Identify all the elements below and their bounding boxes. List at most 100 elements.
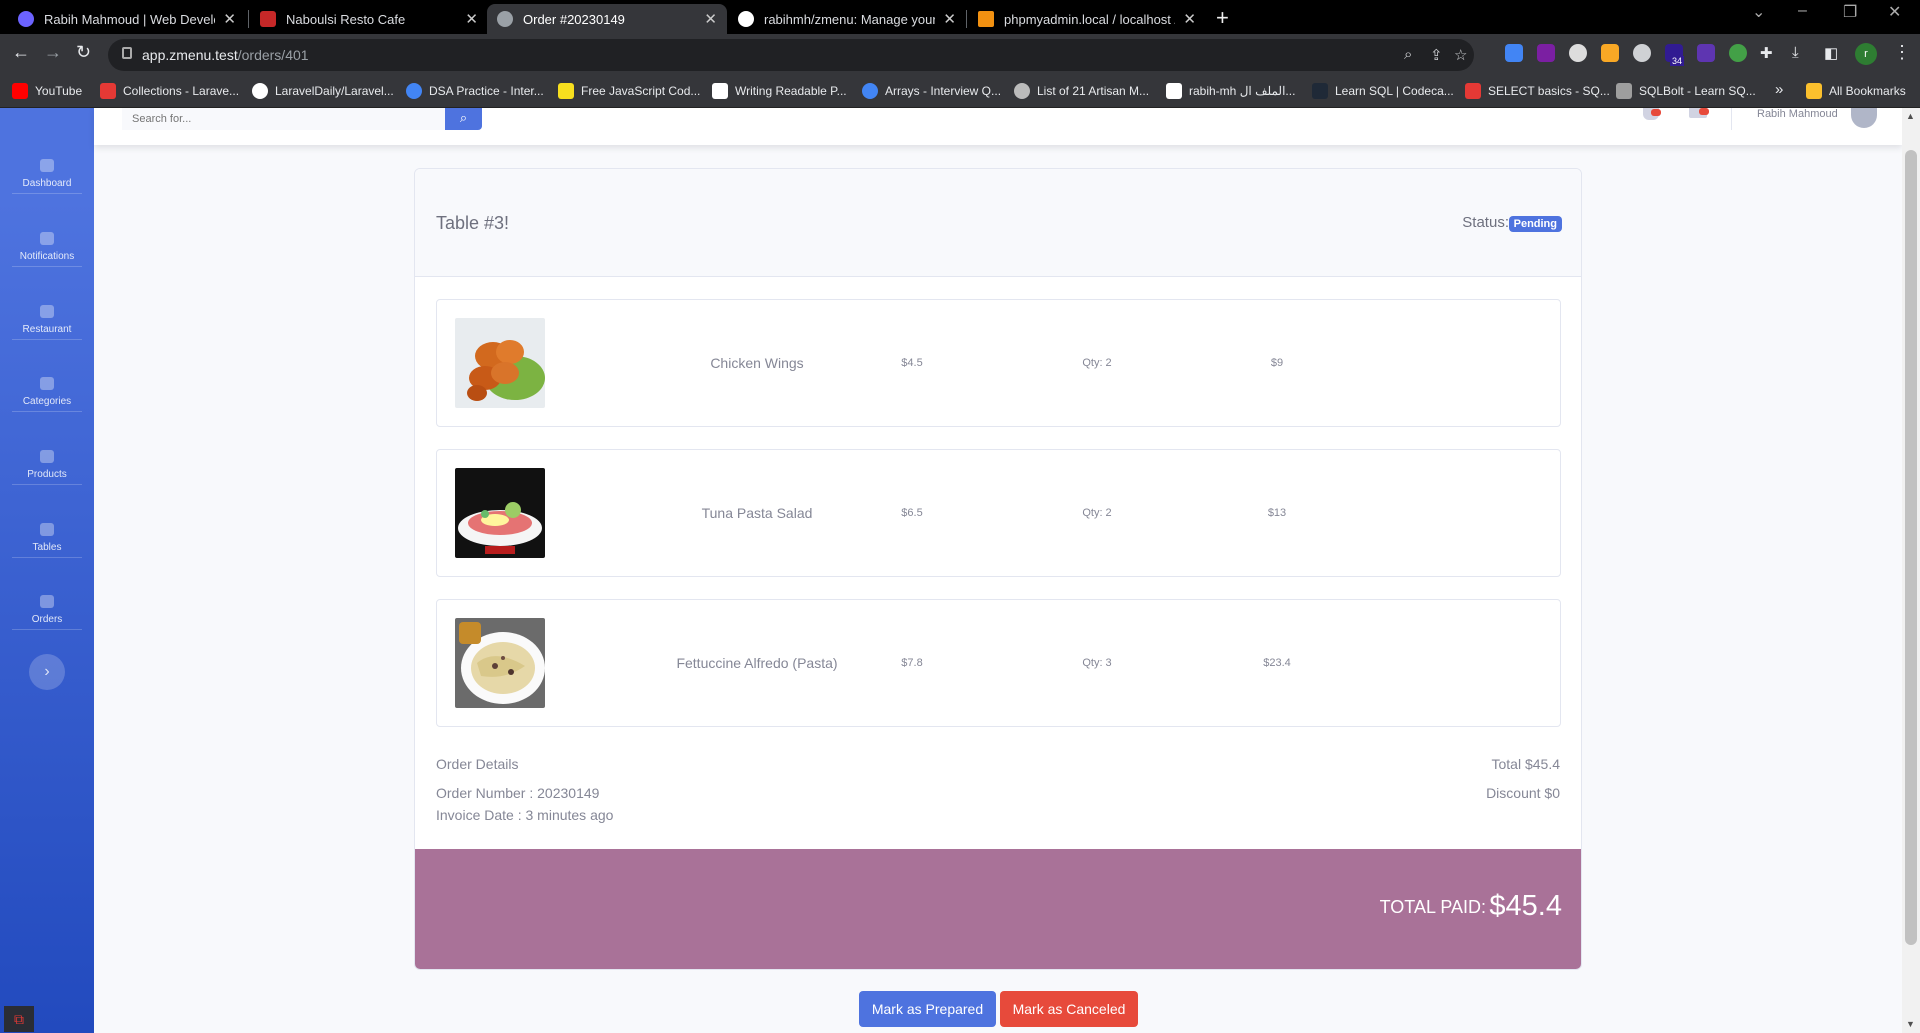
extension-icon[interactable]	[1633, 44, 1651, 62]
folder-icon	[1806, 83, 1822, 99]
tab-order[interactable]: Order #20230149 ✕	[487, 4, 727, 34]
bookmark-item[interactable]: Free JavaScript Cod...	[558, 83, 700, 99]
browser-tab-strip: Rabih Mahmoud | Web Develop ✕ Naboulsi R…	[0, 0, 1920, 34]
sidebar-toggle-button[interactable]: ›	[29, 654, 65, 690]
close-tab-icon[interactable]: ✕	[943, 10, 956, 28]
sidebar-item-restaurant[interactable]: Restaurant	[0, 305, 94, 335]
order-number: Order Number : 20230149	[436, 785, 600, 801]
item-name: Tuna Pasta Salad	[701, 504, 813, 521]
extensions-puzzle-icon[interactable]: ✚	[1760, 44, 1773, 62]
forward-icon[interactable]: →	[44, 42, 62, 63]
table-grid-icon	[40, 523, 54, 536]
globe-icon	[406, 83, 422, 99]
dashboard-icon	[40, 159, 54, 172]
minimize-icon[interactable]: –	[1798, 2, 1807, 20]
globe-favicon-icon	[497, 11, 513, 27]
zoom-icon[interactable]: ⌕	[1404, 46, 1412, 63]
bookmark-item[interactable]: Arrays - Interview Q...	[862, 83, 1001, 99]
more-bookmarks-icon[interactable]: »	[1775, 81, 1783, 98]
bookmark-youtube[interactable]: YouTube	[12, 83, 82, 99]
user-avatar[interactable]	[1851, 108, 1877, 128]
close-window-icon[interactable]: ✕	[1888, 2, 1901, 22]
mark-as-prepared-button[interactable]: Mark as Prepared	[859, 991, 996, 1027]
address-url[interactable]: app.zmenu.test/orders/401	[142, 47, 309, 63]
tuna-pasta-salad-image	[455, 468, 545, 558]
tab-search-icon[interactable]: ⌄	[1752, 2, 1765, 22]
bookmark-item[interactable]: SELECT basics - SQ...	[1465, 83, 1610, 99]
item-total: $23.4	[1263, 657, 1291, 669]
order-card-header: Table #3! Status: Pending	[415, 169, 1581, 277]
sidebar-item-tables[interactable]: Tables	[0, 523, 94, 553]
bookmark-item[interactable]: Collections - Larave...	[100, 83, 239, 99]
extension-icon[interactable]	[1537, 44, 1555, 62]
item-quantity: Qty: 3	[1082, 657, 1112, 669]
page-scrollbar[interactable]: ▲ ▼	[1902, 108, 1920, 1033]
bookmark-item[interactable]: SQLBolt - Learn SQ...	[1616, 83, 1756, 99]
laravel-icon	[100, 83, 116, 99]
invoice-date: Invoice Date : 3 minutes ago	[436, 807, 614, 823]
tab-naboulsi-resto[interactable]: Naboulsi Resto Cafe ✕	[250, 4, 488, 34]
bookmark-item[interactable]: DSA Practice - Inter...	[406, 83, 544, 99]
close-tab-icon[interactable]: ✕	[1183, 10, 1196, 28]
share-icon[interactable]: ⇪	[1430, 46, 1443, 64]
item-quantity: Qty: 2	[1082, 507, 1112, 519]
download-icon[interactable]: ⤓	[1792, 44, 1799, 61]
bookmark-item[interactable]: Writing Readable P...	[712, 83, 847, 99]
scroll-down-icon[interactable]: ▼	[1906, 1019, 1915, 1029]
order-discount: Discount $0	[1486, 785, 1560, 801]
extension-icon[interactable]	[1729, 44, 1747, 62]
user-name[interactable]: Rabih Mahmoud	[1757, 108, 1838, 120]
bookmark-item[interactable]: Learn SQL | Codeca...	[1312, 83, 1454, 99]
all-bookmarks-folder[interactable]: All Bookmarks	[1806, 83, 1906, 99]
sidebar-item-orders[interactable]: Orders	[0, 595, 94, 625]
chrome-menu-icon[interactable]: ⋮	[1893, 42, 1911, 63]
status-label: Status:	[1462, 214, 1509, 231]
github-icon	[252, 83, 268, 99]
messages-count-badge	[1699, 108, 1709, 115]
order-total: Total $45.4	[1491, 756, 1561, 772]
tab-github-zmenu[interactable]: rabihmh/zmenu: Manage your r ✕	[728, 4, 966, 34]
restore-icon[interactable]: ❐	[1843, 2, 1857, 22]
youtube-icon	[12, 83, 28, 99]
new-tab-icon[interactable]: +	[1216, 5, 1229, 31]
mark-as-canceled-button[interactable]: Mark as Canceled	[1000, 991, 1138, 1027]
bookmark-item[interactable]: List of 21 Artisan M...	[1014, 83, 1149, 99]
tab-rabih-portfolio[interactable]: Rabih Mahmoud | Web Develop ✕	[8, 4, 246, 34]
react-devtools-icon[interactable]	[1569, 44, 1587, 62]
sidebar-item-notifications[interactable]: Notifications	[0, 232, 94, 262]
close-tab-icon[interactable]: ✕	[465, 10, 478, 28]
github-favicon-icon	[738, 11, 754, 27]
sidebar-item-categories[interactable]: Categories	[0, 377, 94, 407]
translate-extension-icon[interactable]	[1505, 44, 1523, 62]
close-tab-icon[interactable]: ✕	[704, 10, 717, 28]
back-icon[interactable]: ←	[12, 42, 30, 63]
scroll-up-icon[interactable]: ▲	[1906, 111, 1915, 121]
side-panel-icon[interactable]: ◧	[1824, 44, 1838, 62]
extension-icon[interactable]	[1697, 44, 1715, 62]
sidebar-item-products[interactable]: Products	[0, 450, 94, 480]
tab-separator	[248, 10, 249, 28]
item-price: $7.8	[901, 657, 923, 669]
close-tab-icon[interactable]: ✕	[223, 10, 236, 28]
bookmark-star-icon[interactable]: ☆	[1454, 46, 1467, 64]
address-bar[interactable]: app.zmenu.test/orders/401 ⌕ ⇪ ☆	[108, 39, 1474, 71]
sidebar-divider	[12, 266, 82, 267]
bookmark-item[interactable]: rabih-mh الملف ال...	[1166, 83, 1295, 99]
scroll-thumb[interactable]	[1905, 150, 1917, 945]
bookmark-item[interactable]: LaravelDaily/Laravel...	[252, 83, 394, 99]
item-price: $6.5	[901, 507, 923, 519]
search-icon: ⌕	[459, 110, 468, 125]
chicken-wings-image	[455, 318, 545, 408]
user-icon	[1014, 83, 1030, 99]
search-button[interactable]: ⌕	[445, 108, 482, 130]
tab-phpmyadmin[interactable]: phpmyadmin.local / localhost / r ✕	[968, 4, 1206, 34]
search-input[interactable]	[122, 108, 445, 130]
utensils-icon	[40, 595, 54, 608]
tab-separator	[966, 10, 967, 28]
profile-avatar[interactable]: r	[1855, 43, 1877, 65]
reload-icon[interactable]: ↻	[76, 42, 91, 63]
sidebar-item-dashboard[interactable]: Dashboard	[0, 159, 94, 189]
top-navbar: ⌕ Rabih Mahmoud	[94, 108, 1902, 145]
extension-icon[interactable]	[1601, 44, 1619, 62]
laravel-debugbar-icon[interactable]: ⧉	[4, 1006, 34, 1032]
